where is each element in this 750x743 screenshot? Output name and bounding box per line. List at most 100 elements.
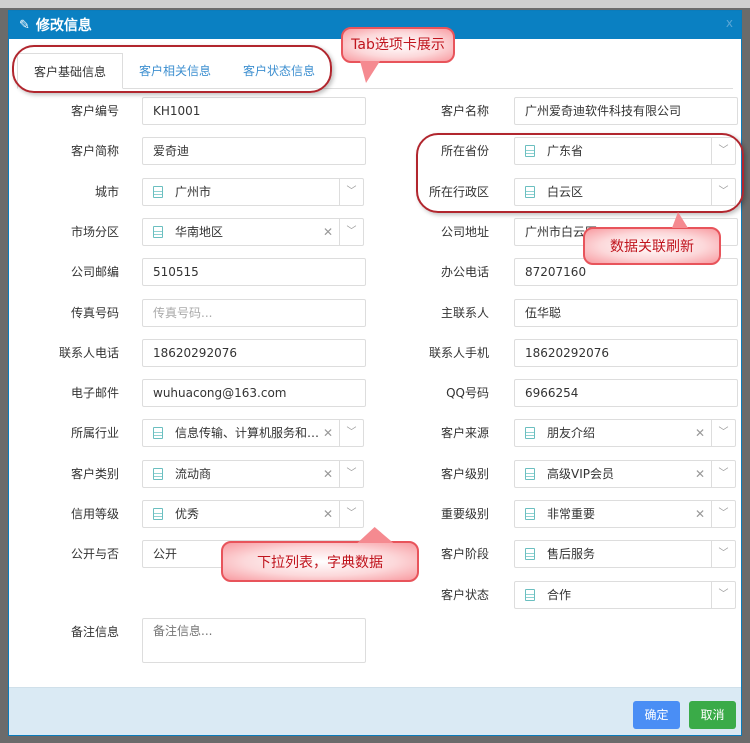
input-right-7[interactable]: 6966254 (514, 379, 738, 408)
select-right-11[interactable]: 售后服务 ﹀ (514, 540, 736, 569)
select-left-8[interactable]: 信息传输、计算机服务和软件业✕﹀ (142, 419, 364, 448)
right-field-label: QQ号码 (446, 386, 489, 401)
input-right-6[interactable]: 18620292076 (514, 338, 738, 367)
clear-icon[interactable]: ✕ (695, 501, 705, 527)
right-field-label: 办公电话 (440, 265, 489, 280)
tab-callout-tail (360, 61, 380, 83)
input-value: 6966254 (525, 386, 579, 401)
select-right-8[interactable]: 朋友介绍 ✕ ﹀ (514, 419, 736, 448)
linked-fields-highlight-ring (416, 133, 744, 213)
right-field-label: 公司地址 (440, 224, 489, 239)
input-left-7[interactable]: wuhuacong@163.com (142, 379, 366, 408)
clear-icon[interactable]: ✕ (323, 219, 333, 245)
left-field-label: 电子邮件 (70, 386, 119, 401)
clear-icon[interactable]: ✕ (323, 420, 333, 446)
chevron-down-icon[interactable]: ﹀ (339, 178, 363, 205)
linked-callout-tail (672, 212, 688, 228)
chevron-down-icon[interactable]: ﹀ (339, 501, 363, 527)
select-right-10[interactable]: 非常重要 ✕ ﹀ (514, 500, 736, 528)
input-value: 爱奇迪 (153, 144, 190, 159)
dialog-title: 修改信息 (35, 18, 92, 34)
left-field-label: 所属行业 (70, 426, 119, 441)
document-icon (525, 467, 535, 480)
tab-callout: Tab选项卡展示 (341, 27, 455, 63)
left-field-label: 客户编号 (70, 104, 119, 118)
left-field-label: 公司邮编 (70, 265, 119, 280)
input-left-1[interactable]: 爱奇迪 (142, 137, 366, 166)
select-value: 售后服务 (547, 547, 596, 562)
left-field-label: 客户类别 (70, 466, 119, 481)
input-value: 87207160 (525, 265, 587, 280)
dialog-footer: 确定 取消 (9, 687, 741, 735)
select-left-10[interactable]: 优秀 ✕ ﹀ (142, 500, 364, 528)
left-field-label: 市场分区 (70, 224, 119, 239)
tab-highlight-ring (12, 45, 332, 93)
select-value: 非常重要 (547, 507, 596, 521)
document-icon (153, 508, 163, 520)
close-button[interactable]: x (726, 16, 733, 30)
confirm-button[interactable]: 确定 (633, 701, 680, 729)
pencil-icon: ✎ (19, 17, 30, 33)
input-right-5[interactable]: 伍华聪 (514, 298, 738, 327)
input-left-6[interactable]: 18620292076 (142, 338, 366, 367)
input-value: 传真号码... (153, 305, 213, 320)
right-field-label: 主联系人 (440, 305, 489, 320)
select-value: 广州市 (175, 184, 212, 199)
left-field-label: 传真号码 (70, 305, 119, 320)
input-value: 伍华聪 (525, 305, 562, 320)
select-value: 合作 (547, 587, 572, 602)
right-field-label: 客户状态 (440, 587, 489, 602)
right-field-label: 客户级别 (440, 466, 489, 481)
background-window (0, 0, 750, 8)
input-value: 18620292076 (525, 345, 609, 360)
right-field-label: 客户来源 (440, 426, 489, 441)
linked-callout: 数据关联刷新 (583, 227, 721, 265)
right-field-label: 客户名称 (440, 104, 489, 118)
remark-textarea[interactable] (142, 618, 366, 663)
clear-icon[interactable]: ✕ (695, 461, 705, 487)
left-field-label: 联系人电话 (58, 345, 119, 360)
cancel-button[interactable]: 取消 (689, 701, 736, 729)
chevron-down-icon[interactable]: ﹀ (711, 541, 735, 568)
remark-label: 备注信息 (70, 625, 119, 639)
select-value: 华南地区 (175, 224, 224, 239)
left-field-label: 城市 (94, 184, 119, 199)
select-value: 流动商 (175, 466, 212, 481)
select-left-9[interactable]: 流动商 ✕ ﹀ (142, 459, 364, 488)
chevron-down-icon[interactable]: ﹀ (339, 420, 363, 447)
edit-dialog: ✎ 修改信息 x 客户基础信息 客户相关信息 客户状态信息 客户编号 KH1001… (8, 10, 742, 736)
input-value: 510515 (153, 265, 199, 280)
dict-callout: 下拉列表，字典数据 (221, 541, 419, 582)
input-right-0[interactable]: 广州爱奇迪软件科技有限公司 (514, 97, 738, 125)
chevron-down-icon[interactable]: ﹀ (339, 460, 363, 487)
right-field-label: 联系人手机 (428, 345, 489, 360)
clear-icon[interactable]: ✕ (323, 461, 333, 487)
left-field-label: 信用等级 (70, 507, 119, 521)
input-left-5[interactable]: 传真号码... (142, 298, 366, 327)
select-value: 朋友介绍 (547, 426, 596, 441)
input-value: 公开 (153, 547, 178, 562)
chevron-down-icon[interactable]: ﹀ (711, 460, 735, 487)
left-field-label: 客户简称 (70, 144, 119, 159)
document-icon (525, 588, 535, 601)
chevron-down-icon[interactable]: ﹀ (711, 420, 735, 447)
select-left-2[interactable]: 广州市 ﹀ (142, 177, 364, 206)
clear-icon[interactable]: ✕ (695, 420, 705, 446)
input-value: wuhuacong@163.com (153, 386, 287, 401)
document-icon (525, 508, 535, 520)
chevron-down-icon[interactable]: ﹀ (339, 218, 363, 245)
input-left-0[interactable]: KH1001 (142, 97, 366, 125)
clear-icon[interactable]: ✕ (323, 501, 333, 527)
input-left-4[interactable]: 510515 (142, 258, 366, 287)
document-icon (153, 185, 163, 198)
document-icon (525, 427, 535, 440)
chevron-down-icon[interactable]: ﹀ (711, 581, 735, 608)
right-field-label: 重要级别 (440, 507, 489, 521)
select-right-12[interactable]: 合作 ﹀ (514, 580, 736, 609)
select-right-9[interactable]: 高级VIP会员 ✕ ﹀ (514, 459, 736, 488)
select-value: 高级VIP会员 (547, 466, 614, 481)
document-icon (153, 427, 163, 440)
chevron-down-icon[interactable]: ﹀ (711, 501, 735, 527)
document-icon (153, 225, 163, 238)
select-left-3[interactable]: 华南地区 ✕ ﹀ (142, 217, 364, 246)
